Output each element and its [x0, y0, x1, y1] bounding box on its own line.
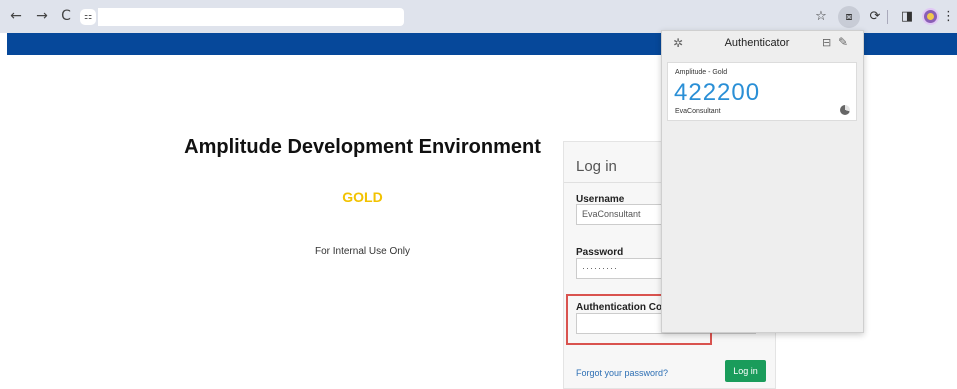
browser-menu-icon[interactable]: ⋮ — [942, 8, 955, 26]
forward-icon[interactable]: → — [34, 8, 50, 24]
forgot-password-link[interactable]: Forgot your password? — [576, 368, 668, 378]
login-button[interactable]: Log in — [725, 360, 766, 382]
extensions-icon[interactable]: ⟳ — [866, 8, 884, 26]
timer-pie-icon — [840, 105, 850, 115]
profile-avatar[interactable] — [922, 8, 939, 25]
pencil-icon[interactable]: ✎ — [838, 35, 848, 49]
otp-account: EvaConsultant — [675, 108, 721, 115]
reload-icon[interactable]: C — [58, 8, 74, 24]
side-panel-icon[interactable]: ◨ — [898, 8, 916, 26]
bookmark-star-icon[interactable]: ☆ — [812, 8, 830, 26]
internal-use-note: For Internal Use Only — [314, 246, 411, 257]
authenticator-header: ✲ Authenticator ⊟ ✎ — [662, 31, 863, 57]
authenticator-title: Authenticator — [724, 37, 790, 49]
password-label: Password — [576, 247, 624, 258]
page-title: Amplitude Development Environment — [184, 136, 541, 158]
otp-entry[interactable]: Amplitude - Gold 422200 EvaConsultant — [667, 62, 857, 121]
login-heading: Log in — [576, 158, 617, 175]
otp-issuer: Amplitude - Gold — [675, 69, 728, 76]
scan-qr-icon[interactable]: ⊟ — [822, 36, 831, 49]
environment-label: GOLD — [342, 189, 383, 205]
toolbar-divider — [887, 10, 888, 24]
address-bar[interactable] — [98, 8, 404, 26]
otp-code[interactable]: 422200 — [674, 79, 760, 107]
gear-icon[interactable]: ✲ — [673, 36, 683, 50]
authenticator-extension-icon[interactable]: ⧈ — [840, 8, 858, 26]
back-icon[interactable]: ← — [8, 8, 24, 24]
authenticator-popup: ✲ Authenticator ⊟ ✎ Amplitude - Gold 422… — [661, 30, 864, 333]
site-info-icon[interactable]: ⚏ — [80, 9, 96, 25]
browser-toolbar: ← → C ⚏ ☆ ⧈ ⟳ ◨ ⋮ — [0, 0, 957, 33]
